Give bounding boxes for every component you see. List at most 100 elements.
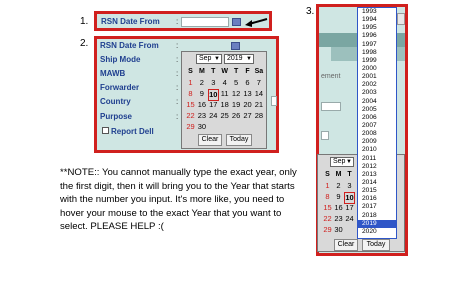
year-option[interactable]: 2007 <box>358 122 396 130</box>
country-select[interactable] <box>271 96 277 106</box>
report-dell-label: Report Dell <box>111 127 154 136</box>
purpose-label: Purpose <box>100 112 133 121</box>
year-option[interactable]: 2013 <box>358 171 396 179</box>
calendar-day[interactable]: 1 <box>185 78 196 88</box>
year-option[interactable]: 2008 <box>358 130 396 138</box>
partial-text: ement <box>321 73 341 80</box>
year-dropdown-list[interactable]: 1993 1994 1995 1996 1997 1998 1999 2000 2001 2002… <box>357 7 397 239</box>
calendar-day[interactable]: 20 <box>242 100 253 110</box>
calendar-day[interactable]: 13 <box>242 89 253 99</box>
year-option[interactable]: 2019 <box>358 219 396 228</box>
calendar-day[interactable]: 24 <box>208 111 219 121</box>
day-header: S <box>188 68 193 75</box>
year-option[interactable]: 2011 <box>358 155 396 163</box>
calendar-day[interactable]: 25 <box>219 111 230 121</box>
year-option[interactable]: 1997 <box>358 41 396 49</box>
year-option[interactable]: 1998 <box>358 49 396 57</box>
year-option[interactable]: 2004 <box>358 98 396 106</box>
calendar-day[interactable]: 14 <box>253 89 264 99</box>
partial-input[interactable] <box>321 131 329 140</box>
year-option[interactable]: 2005 <box>358 106 396 114</box>
calendar-day[interactable]: 2 <box>196 78 207 88</box>
year-option[interactable]: 2015 <box>358 187 396 195</box>
calendar-day[interactable]: 18 <box>219 100 230 110</box>
calendar-icon[interactable] <box>231 42 240 50</box>
day-header: Sa <box>254 68 264 75</box>
today-button[interactable]: Today <box>362 239 390 251</box>
calendar-day[interactable]: 29 <box>322 225 333 235</box>
calendar-day[interactable]: 19 <box>231 100 242 110</box>
year-option[interactable]: 1993 <box>358 8 396 16</box>
year-option[interactable]: 2017 <box>358 203 396 211</box>
calendar-day[interactable]: 30 <box>333 225 344 235</box>
year-option[interactable]: 2002 <box>358 81 396 89</box>
calendar-day[interactable]: 23 <box>196 111 207 121</box>
report-dell-checkbox[interactable] <box>102 127 109 134</box>
year-select[interactable]: 2019 ▼ <box>224 54 254 64</box>
year-option[interactable]: 2014 <box>358 179 396 187</box>
calendar-day[interactable]: 21 <box>253 100 264 110</box>
calendar-day[interactable]: 7 <box>253 78 264 88</box>
year-option[interactable]: 2018 <box>358 212 396 220</box>
calendar-day[interactable]: 16 <box>333 203 344 213</box>
year-option[interactable]: 2001 <box>358 73 396 81</box>
calendar-day[interactable]: 17 <box>344 203 355 213</box>
calendar-day[interactable]: 26 <box>231 111 242 121</box>
month-select[interactable]: Sep ▼ <box>330 157 354 167</box>
calendar-day[interactable]: 1 <box>322 181 333 191</box>
calendar-day[interactable]: 4 <box>219 78 230 88</box>
rsn-date-from-input[interactable] <box>181 17 229 27</box>
year-option[interactable]: 2009 <box>358 138 396 146</box>
day-header: F <box>245 68 250 75</box>
calendar-day[interactable]: 9 <box>333 192 344 202</box>
year-option[interactable]: 1996 <box>358 32 396 40</box>
calendar-day[interactable]: 17 <box>208 100 219 110</box>
year-option[interactable]: 2010 <box>358 146 396 154</box>
note-text: **NOTE:: You cannot manually type the ex… <box>60 167 297 232</box>
day-header: M <box>198 68 205 75</box>
calendar-day[interactable]: 3 <box>344 181 355 191</box>
year-option[interactable]: 2000 <box>358 65 396 73</box>
calendar-day[interactable]: 6 <box>242 78 253 88</box>
calendar-day[interactable]: 28 <box>253 111 264 121</box>
calendar-day[interactable]: 24 <box>344 214 355 224</box>
calendar-day[interactable]: 29 <box>185 122 196 132</box>
year-option[interactable]: 1999 <box>358 57 396 65</box>
calendar-day[interactable]: 12 <box>231 89 242 99</box>
today-button[interactable]: Today <box>226 134 252 146</box>
year-option[interactable]: 2020 <box>358 228 396 236</box>
calendar-day[interactable]: 3 <box>208 78 219 88</box>
calendar-day[interactable]: 5 <box>231 78 242 88</box>
year-option[interactable]: 2006 <box>358 114 396 122</box>
partial-input[interactable] <box>321 102 341 111</box>
calendar-day[interactable]: 8 <box>185 89 196 99</box>
calendar-day[interactable]: 2 <box>333 181 344 191</box>
calendar-day[interactable]: 8 <box>322 192 333 202</box>
calendar-day[interactable]: 11 <box>219 89 230 99</box>
year-option[interactable]: 2012 <box>358 163 396 171</box>
calendar-day[interactable]: 27 <box>242 111 253 121</box>
calendar-icon[interactable] <box>232 18 241 26</box>
year-option[interactable]: 2016 <box>358 195 396 203</box>
clear-button[interactable]: Clear <box>198 134 222 146</box>
day-header: T <box>211 68 216 75</box>
step-2-label: 2. <box>80 38 89 49</box>
calendar-day[interactable]: 22 <box>322 214 333 224</box>
calendar-day[interactable]: 15 <box>322 203 333 213</box>
calendar-day[interactable]: 23 <box>333 214 344 224</box>
step-3-panel: ement Sep▼ SMTW12389101516172223242930 C… <box>316 4 408 256</box>
calendar-day[interactable]: 15 <box>185 100 196 110</box>
year-option[interactable]: 2003 <box>358 89 396 97</box>
colon: : <box>176 17 179 26</box>
calendar-day[interactable]: 16 <box>196 100 207 110</box>
month-select[interactable]: Sep ▼ <box>196 54 222 64</box>
calendar-day[interactable]: 30 <box>196 122 207 132</box>
ship-mode-label: Ship Mode <box>100 55 141 64</box>
country-label: Country <box>100 97 131 106</box>
clear-button[interactable]: Clear <box>334 239 358 251</box>
calendar-day[interactable]: 22 <box>185 111 196 121</box>
step-1-label: 1. <box>80 16 89 27</box>
year-option[interactable]: 1995 <box>358 24 396 32</box>
calendar-day[interactable]: 9 <box>196 89 207 99</box>
year-option[interactable]: 1994 <box>358 16 396 24</box>
